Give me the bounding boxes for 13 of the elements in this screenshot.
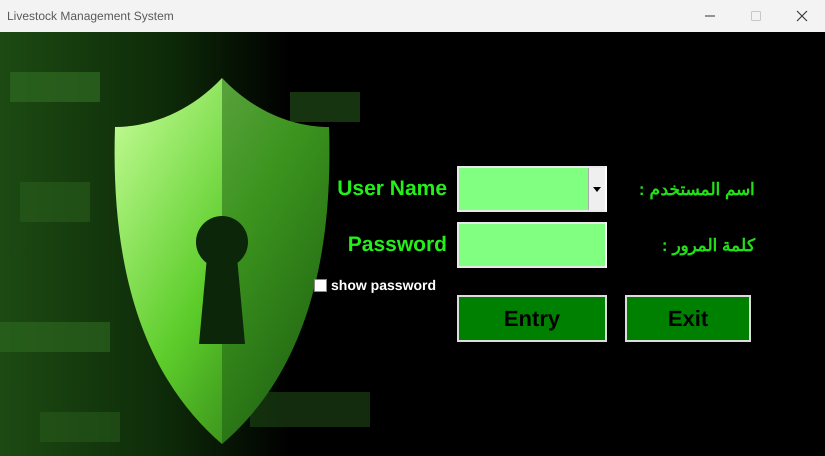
field-label: Password	[346, 233, 448, 257]
window-title: Livestock Management System	[7, 9, 174, 23]
show-password-checkbox[interactable]	[314, 278, 327, 292]
form-button[interactable]: Exit	[625, 295, 751, 342]
field-label: User Name	[336, 177, 448, 201]
field-label: كلمة المرور :	[660, 234, 755, 256]
dropdown-button[interactable]	[588, 168, 605, 210]
password-field[interactable]	[457, 222, 607, 268]
field-label: اسم المستخدم :	[638, 178, 755, 200]
caret-icon	[593, 186, 601, 192]
checkbox-label: show password	[331, 277, 436, 293]
form-button[interactable]: Entry	[457, 295, 607, 342]
close-icon[interactable]	[795, 9, 809, 23]
